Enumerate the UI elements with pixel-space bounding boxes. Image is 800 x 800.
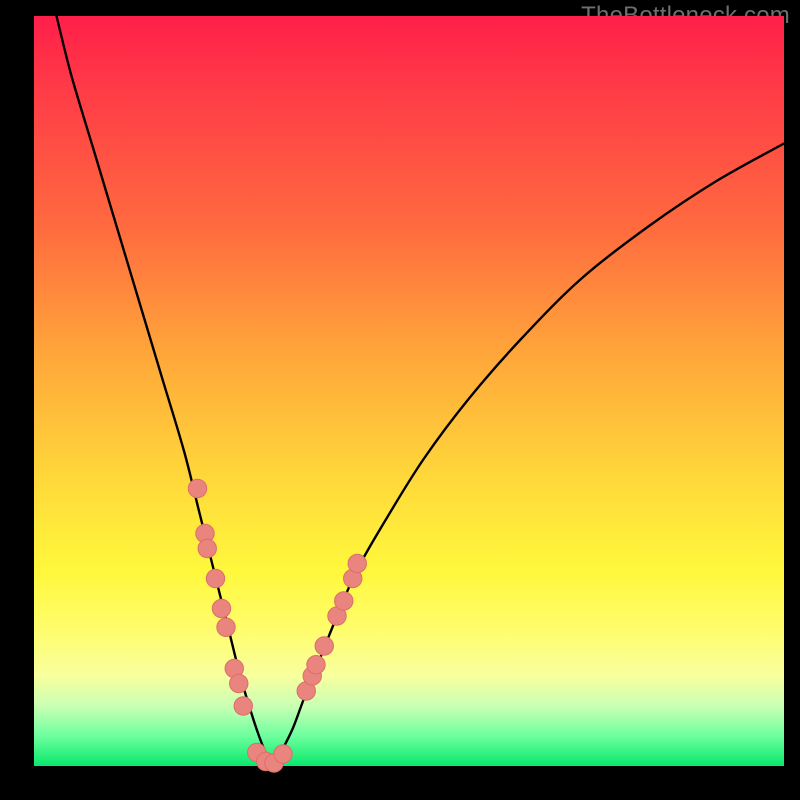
- curve-left-branch: [57, 16, 273, 766]
- data-points: [188, 479, 366, 772]
- data-point: [198, 539, 216, 557]
- plot-area: [34, 16, 784, 766]
- data-point: [348, 554, 366, 572]
- data-point: [307, 656, 325, 674]
- data-point: [212, 599, 230, 617]
- data-point: [274, 745, 292, 763]
- data-point: [206, 569, 224, 587]
- data-point: [230, 674, 248, 692]
- curve-right-branch: [273, 144, 785, 767]
- data-point: [188, 479, 206, 497]
- data-point: [335, 592, 353, 610]
- data-point: [315, 637, 333, 655]
- chart-stage: TheBottleneck.com: [0, 0, 800, 800]
- data-point: [234, 697, 252, 715]
- data-point: [217, 618, 235, 636]
- curve-layer: [34, 16, 784, 766]
